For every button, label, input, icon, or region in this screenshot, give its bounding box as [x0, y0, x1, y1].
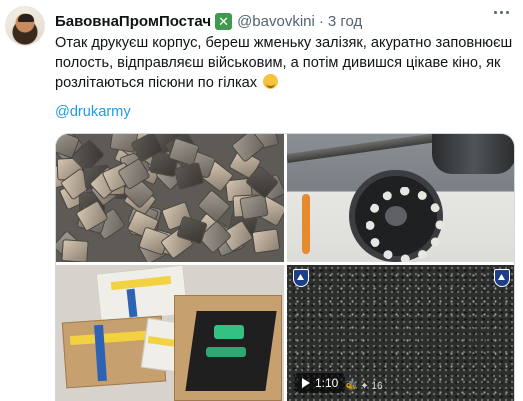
tweet-text-line-1: Отак друкуєш корпус, береш жменьку заліз…: [55, 35, 513, 51]
avatar[interactable]: [5, 6, 45, 46]
unit-shield-icon: [293, 269, 309, 287]
video-watermark: 🐝 ✦ 16: [345, 381, 383, 392]
tweet-text-line-2: полость, відправляєш військовим, а потім…: [55, 55, 501, 71]
media-grid: 1:10 🐝 ✦ 16: [55, 133, 515, 401]
video-duration-badge: 1:10: [295, 373, 346, 393]
tweet-card[interactable]: БавовнаПромПостач ✕ @bavovkini · 3 год О…: [0, 0, 523, 401]
tweet-text: Отак друкуєш корпус, береш жменьку заліз…: [55, 33, 515, 93]
play-icon: [302, 378, 310, 388]
tweet-text-line-3: розлітаються пісюни по гілках: [55, 75, 258, 91]
verified-badge-icon: ✕: [215, 12, 233, 30]
more-options-icon[interactable]: [494, 11, 509, 14]
separator-dot: ·: [318, 12, 324, 30]
tweet-header: БавовнаПромПостач ✕ @bavovkini · 3 год: [55, 11, 362, 31]
author-handle[interactable]: @bavovkini: [237, 13, 315, 30]
unit-shield-icon: [494, 269, 510, 287]
image-metal-plates[interactable]: [56, 134, 284, 262]
image-packed-boxes[interactable]: [56, 265, 284, 401]
smiling-emoji-icon: [263, 74, 279, 89]
timestamp[interactable]: 3 год: [328, 13, 362, 30]
video-duration: 1:10: [315, 376, 339, 390]
image-cylinder-filled[interactable]: [287, 134, 514, 262]
author-name[interactable]: БавовнаПромПостач: [55, 13, 211, 30]
video-drone-footage[interactable]: 1:10 🐝 ✦ 16: [287, 265, 514, 401]
mention-link[interactable]: @drukarmy: [55, 104, 131, 120]
